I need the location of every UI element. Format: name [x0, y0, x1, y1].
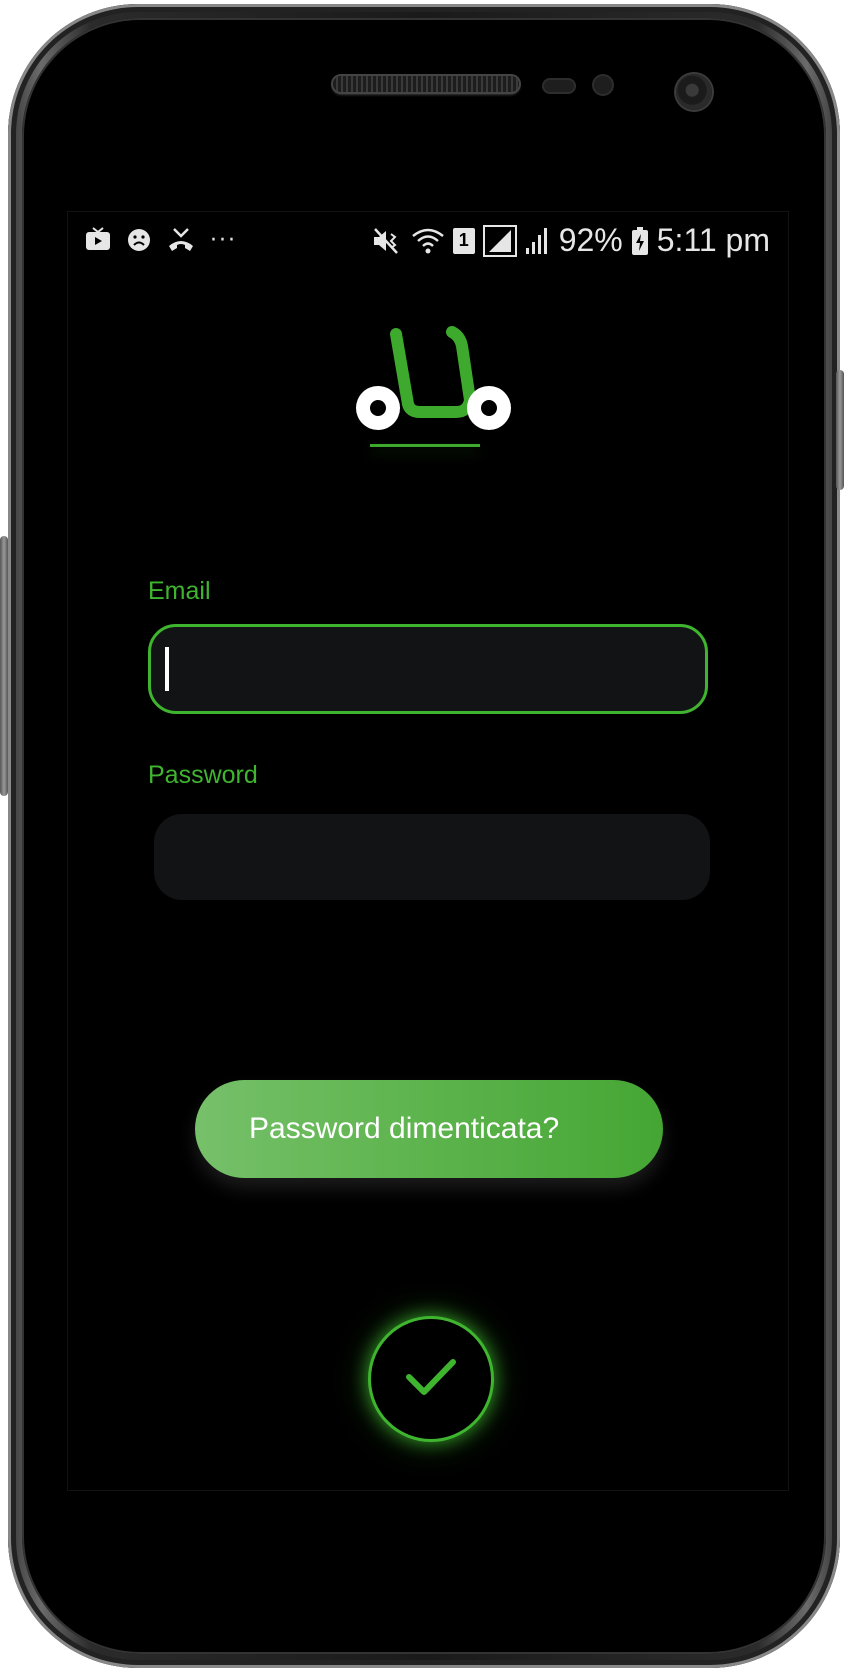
more-notifications-icon: ··· [210, 227, 237, 253]
battery-percent: 92% [558, 222, 623, 258]
forgot-password-button[interactable]: Password dimenticata? [195, 1080, 663, 1178]
password-label: Password [148, 761, 258, 789]
earpiece-speaker [333, 76, 519, 92]
signal-strength-icon [482, 224, 517, 257]
sim-slot-badge: 1 [452, 227, 475, 254]
power-button [836, 370, 844, 490]
email-field[interactable] [148, 624, 708, 714]
sad-face-icon [126, 227, 152, 253]
email-label: Email [148, 577, 211, 605]
system-icons: 1 92% 5:11 pm [371, 222, 770, 259]
status-bar: ··· 1 92% 5:11 pm [68, 212, 788, 268]
text-cursor [165, 647, 169, 691]
password-field[interactable] [154, 814, 710, 900]
front-camera [676, 74, 712, 110]
volume-button [0, 536, 8, 796]
login-confirm-button[interactable] [368, 1316, 494, 1442]
signal-bars-icon [525, 226, 551, 256]
app-screen: ··· 1 92% 5:11 pm Email Password Passwor… [68, 212, 788, 1490]
missed-call-icon [166, 226, 196, 254]
light-sensor [594, 76, 612, 94]
scooter-logo [344, 312, 514, 442]
forgot-password-label: Password dimenticata? [249, 1112, 560, 1145]
mute-vibrate-icon [371, 226, 403, 256]
clock: 5:11 pm [656, 222, 770, 258]
tv-icon [84, 226, 112, 254]
checkmark-icon [403, 1355, 459, 1403]
proximity-sensor [544, 80, 574, 92]
wifi-icon [411, 226, 445, 256]
logo-underline [370, 444, 480, 447]
battery-charging-icon [631, 226, 649, 256]
notification-icons: ··· [84, 226, 237, 254]
